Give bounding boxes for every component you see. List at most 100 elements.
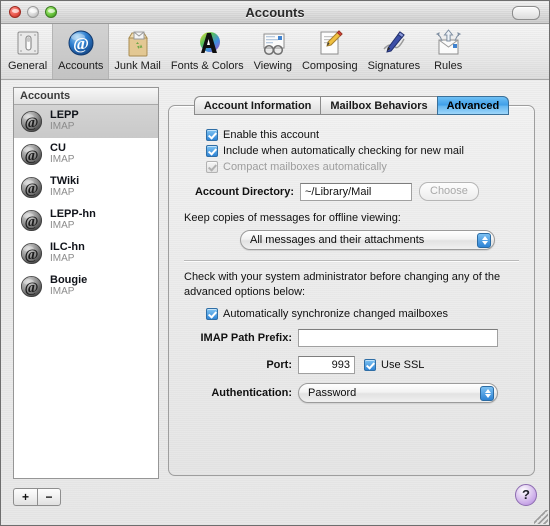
imap-path-prefix-row: IMAP Path Prefix: <box>184 329 519 348</box>
accounts-sidebar: Accounts @ LEPP IMAP @ CU IMAP @ TWiki I… <box>13 87 159 479</box>
port-row: Port: Use SSL <box>184 356 519 375</box>
tab-advanced[interactable]: Advanced <box>436 96 510 115</box>
account-type: IMAP <box>50 187 75 199</box>
account-globe-icon: @ <box>20 110 43 133</box>
account-list-item-cu[interactable]: @ CU IMAP <box>14 138 158 171</box>
auto-sync-checkbox[interactable] <box>206 308 218 321</box>
auto-sync-row[interactable]: Automatically synchronize changed mailbo… <box>206 308 519 321</box>
account-directory-label: Account Directory: <box>194 185 294 198</box>
authentication-label: Authentication: <box>211 387 292 400</box>
account-type: IMAP <box>50 286 75 298</box>
tab-strip: Account Information Mailbox Behaviors Ad… <box>168 96 535 115</box>
toolbar-item-label: Composing <box>301 60 358 72</box>
svg-text:@: @ <box>25 148 39 164</box>
minimize-button[interactable] <box>27 6 39 18</box>
toolbar-item-fonts-colors[interactable]: Fonts & Colors <box>166 24 249 79</box>
keep-copies-popup[interactable]: All messages and their attachments <box>240 230 495 250</box>
account-globe-icon: @ <box>20 209 43 232</box>
port-label: Port: <box>266 359 292 372</box>
toolbar-item-signatures[interactable]: Signatures <box>363 24 426 79</box>
toolbar-item-rules[interactable]: Rules <box>425 24 471 79</box>
keep-copies-label: Keep copies of messages for offline view… <box>184 212 401 224</box>
include-auto-check-label: Include when automatically checking for … <box>223 145 464 157</box>
keep-copies-value: All messages and their attachments <box>250 234 425 246</box>
authentication-popup[interactable]: Password <box>298 383 498 404</box>
account-labels: TWiki IMAP <box>50 176 79 198</box>
auto-sync-label: Automatically synchronize changed mailbo… <box>223 308 449 321</box>
account-labels: LEPP-hn IMAP <box>50 209 96 231</box>
port-input[interactable] <box>298 356 355 375</box>
toolbar-item-viewing[interactable]: Viewing <box>249 24 297 79</box>
remove-account-button[interactable]: − <box>37 488 61 506</box>
svg-text:@: @ <box>73 34 89 53</box>
use-ssl-checkbox[interactable] <box>364 359 376 372</box>
account-type: IMAP <box>50 220 75 232</box>
toolbar-item-label: Accounts <box>58 60 104 72</box>
add-account-button[interactable]: + <box>13 488 37 506</box>
account-globe-icon: @ <box>20 242 43 265</box>
window-titlebar[interactable]: Accounts <box>1 1 549 24</box>
account-globe-icon: @ <box>20 143 43 166</box>
toolbar-item-junk-mail[interactable]: Junk Mail <box>109 24 165 79</box>
junk-mail-icon <box>127 31 148 57</box>
toolbar-toggle-button[interactable] <box>512 6 540 20</box>
account-globe-icon: @ <box>20 275 43 298</box>
section-divider <box>184 260 519 262</box>
help-button[interactable]: ? <box>515 484 537 506</box>
fonts-colors-icon <box>200 32 221 53</box>
toolbar-item-general[interactable]: General <box>3 24 52 79</box>
composing-icon <box>320 30 343 55</box>
tab-account-information[interactable]: Account Information <box>193 96 321 115</box>
window-title: Accounts <box>245 4 305 20</box>
rules-icon <box>435 29 462 55</box>
use-ssl-label: Use SSL <box>381 359 425 372</box>
account-list-item-lepp[interactable]: @ LEPP IMAP <box>14 105 158 138</box>
sidebar-header: Accounts <box>14 88 158 105</box>
preferences-content: Accounts @ LEPP IMAP @ CU IMAP @ TWiki I… <box>1 80 549 525</box>
svg-text:@: @ <box>25 280 39 296</box>
account-directory-input[interactable] <box>300 182 412 201</box>
enable-account-row[interactable]: Enable this account <box>206 129 519 141</box>
account-labels: LEPP IMAP <box>50 110 79 132</box>
include-auto-check-row[interactable]: Include when automatically checking for … <box>206 145 519 157</box>
imap-path-prefix-input[interactable] <box>298 329 498 348</box>
account-labels: Bougie IMAP <box>50 275 87 297</box>
include-auto-check-checkbox[interactable] <box>206 145 218 157</box>
accounts-preferences-window: Accounts General @ Accounts Junk Mail Fo… <box>0 0 550 526</box>
choose-directory-button[interactable]: Choose <box>419 182 479 201</box>
account-list-item-lepp-hn[interactable]: @ LEPP-hn IMAP <box>14 204 158 237</box>
toolbar-item-composing[interactable]: Composing <box>297 24 363 79</box>
toolbar-item-label: Signatures <box>367 60 421 72</box>
toolbar-item-label: General <box>8 60 48 72</box>
svg-text:@: @ <box>25 181 39 197</box>
account-type: IMAP <box>50 253 75 265</box>
viewing-icon <box>263 33 285 56</box>
preferences-toolbar: General @ Accounts Junk Mail Fonts & Col… <box>1 24 549 80</box>
window-resize-grip[interactable] <box>534 510 548 524</box>
authentication-row: Authentication: Password <box>184 383 519 404</box>
account-tabview: Account Information Mailbox Behaviors Ad… <box>168 96 535 476</box>
authentication-value: Password <box>308 387 357 400</box>
account-list-item-bougie[interactable]: @ Bougie IMAP <box>14 270 158 303</box>
toolbar-item-label: Viewing <box>253 60 292 72</box>
compact-mailboxes-label: Compact mailboxes automatically <box>223 161 387 173</box>
imap-path-prefix-label: IMAP Path Prefix: <box>200 332 293 345</box>
account-list-item-twiki[interactable]: @ TWiki IMAP <box>14 171 158 204</box>
window-controls <box>9 6 57 18</box>
account-directory-row: Account Directory: Choose <box>184 182 519 201</box>
chevron-updown-icon <box>477 233 491 248</box>
enable-account-checkbox[interactable] <box>206 129 218 141</box>
chevron-updown-icon <box>480 386 494 402</box>
account-list-item-ilc-hn[interactable]: @ ILC-hn IMAP <box>14 237 158 270</box>
advanced-pane-content: Enable this account Include when automat… <box>168 115 535 404</box>
account-add-remove-group: + − <box>13 488 61 506</box>
svg-text:@: @ <box>25 115 39 131</box>
account-labels: ILC-hn IMAP <box>50 242 85 264</box>
svg-text:@: @ <box>25 214 39 230</box>
tab-mailbox-behaviors[interactable]: Mailbox Behaviors <box>320 96 437 115</box>
close-button[interactable] <box>9 6 21 18</box>
toolbar-item-accounts[interactable]: @ Accounts <box>52 24 110 79</box>
compact-mailboxes-row: Compact mailboxes automatically <box>206 161 519 173</box>
toolbar-item-label: Fonts & Colors <box>170 60 244 72</box>
zoom-button[interactable] <box>45 6 57 18</box>
